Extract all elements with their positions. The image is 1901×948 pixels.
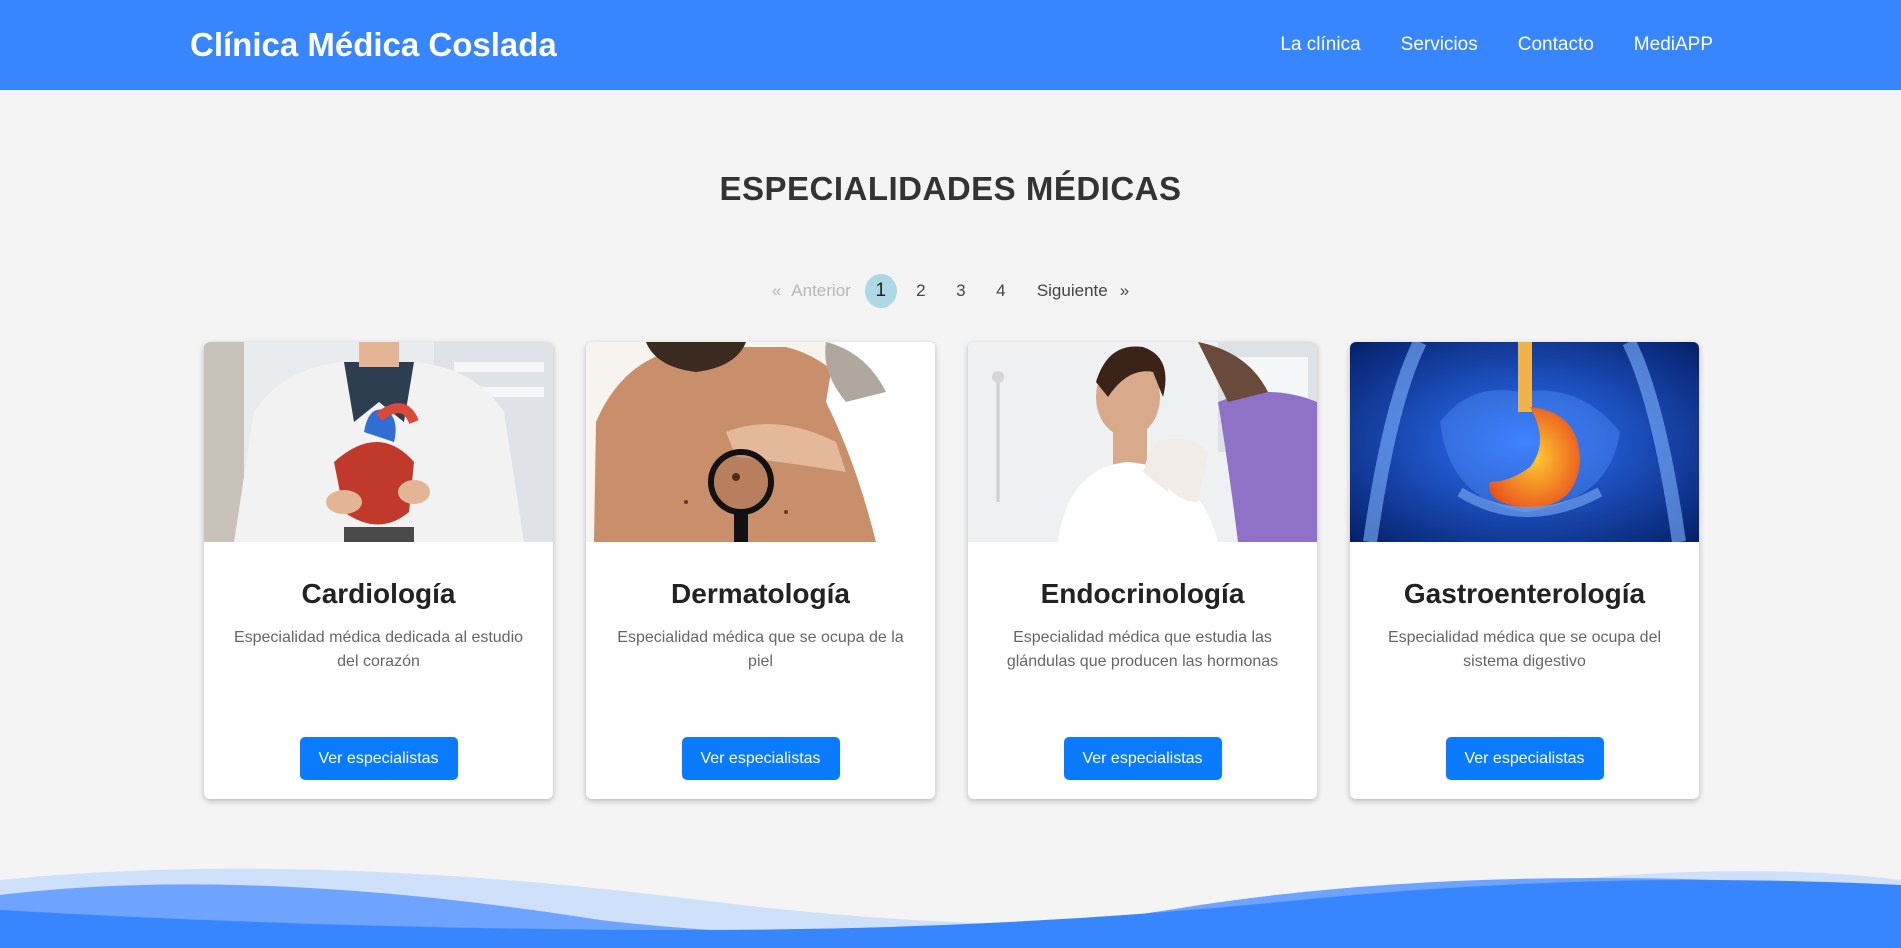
pagination-page-1[interactable]: 1 [864, 274, 897, 308]
card-description: Especialidad médica que se ocupa de la p… [617, 629, 904, 670]
main-nav: La clínica Servicios Contacto MediAPP [1280, 34, 1713, 56]
specialty-card-gastroenterologia: Gastroenterología Especialidad médica qu… [1350, 342, 1699, 799]
dermatology-photo [586, 342, 935, 542]
nav-link-servicios[interactable]: Servicios [1401, 34, 1478, 56]
card-description: Especialidad médica que estudia las glán… [1006, 629, 1279, 670]
see-specialists-button[interactable]: Ver especialistas [1063, 737, 1222, 780]
nav-link-la-clinica[interactable]: La clínica [1280, 34, 1360, 56]
site-header: Clínica Médica Coslada La clínica Servic… [0, 0, 1901, 90]
pagination-page-4[interactable]: 4 [985, 274, 1017, 308]
see-specialists-button[interactable]: Ver especialistas [1445, 737, 1604, 780]
pagination-page-3[interactable]: 3 [945, 274, 977, 308]
pagination: « Anterior 1 2 3 4 Siguiente » [0, 274, 1901, 308]
endocrinology-photo [968, 342, 1317, 542]
pagination-next-label: Siguiente [1036, 281, 1108, 300]
specialty-cards: Cardiología Especialidad médica dedicada… [204, 342, 1699, 799]
gastroenterology-photo [1350, 342, 1699, 542]
brand-logo-link[interactable]: Clínica Médica Coslada [190, 26, 557, 64]
card-title: Cardiología [301, 578, 456, 609]
pagination-page-2[interactable]: 2 [905, 274, 937, 308]
specialty-card-endocrinologia: Endocrinología Especialidad médica que e… [968, 342, 1317, 799]
nav-link-mediapp[interactable]: MediAPP [1634, 34, 1713, 56]
card-description: Especialidad médica dedicada al estudio … [233, 629, 524, 670]
pagination-prev-label: Anterior [791, 281, 851, 300]
chevron-right-icon: » [1119, 281, 1130, 300]
nav-link-contacto[interactable]: Contacto [1518, 34, 1594, 56]
specialty-card-cardiologia: Cardiología Especialidad médica dedicada… [204, 342, 553, 799]
cardiology-photo [204, 342, 553, 542]
see-specialists-button[interactable]: Ver especialistas [299, 737, 458, 780]
card-title: Gastroenterología [1403, 578, 1646, 609]
page-title: ESPECIALIDADES MÉDICAS [719, 170, 1182, 207]
see-specialists-button[interactable]: Ver especialistas [681, 737, 840, 780]
card-title: Endocrinología [1040, 578, 1245, 609]
specialty-card-dermatologia: Dermatología Especialidad médica que se … [586, 342, 935, 799]
pagination-prev: « Anterior [772, 281, 851, 301]
chevron-left-icon: « [771, 281, 782, 300]
footer-waves [0, 868, 1901, 948]
pagination-next[interactable]: Siguiente » [1037, 281, 1129, 301]
card-description: Especialidad médica que se ocupa del sis… [1387, 629, 1662, 670]
card-title: Dermatología [671, 578, 850, 609]
